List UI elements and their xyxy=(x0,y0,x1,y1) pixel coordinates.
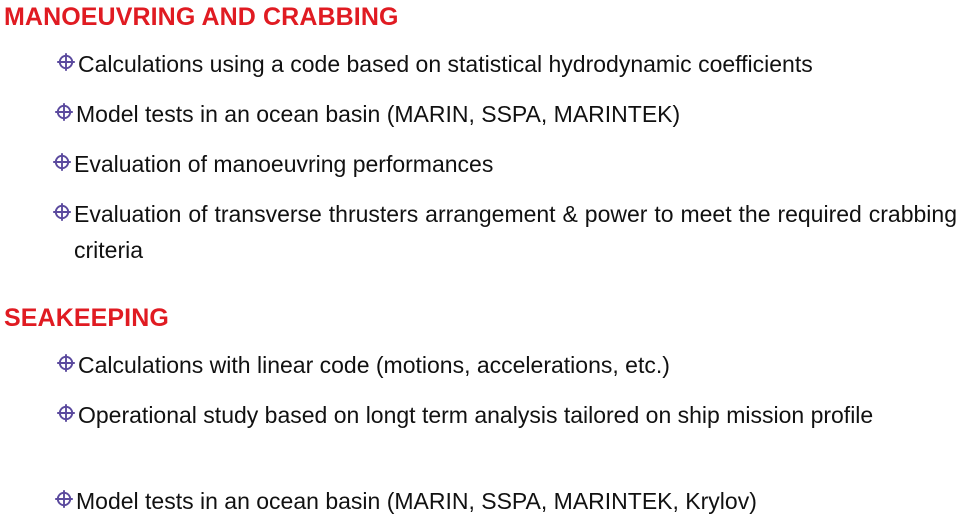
bullet-text: Evaluation of transverse thrusters arran… xyxy=(74,201,957,263)
crosshair-bullet-icon xyxy=(51,198,73,228)
slide-canvas: MANOEUVRING AND CRABBING Calculations us… xyxy=(0,0,959,522)
section-heading-seakeeping: SEAKEEPING xyxy=(4,304,169,332)
bullet-item: Calculations with linear code (motions, … xyxy=(55,347,945,383)
bullet-item: Model tests in an ocean basin (MARIN, SS… xyxy=(53,483,943,519)
crosshair-bullet-icon xyxy=(53,485,75,515)
crosshair-bullet-icon xyxy=(51,148,73,178)
bullet-text: Model tests in an ocean basin (MARIN, SS… xyxy=(76,488,757,514)
crosshair-bullet-icon xyxy=(55,349,77,379)
bullet-item: Evaluation of manoeuvring performances xyxy=(51,146,941,182)
bullet-item: Evaluation of transverse thrusters arran… xyxy=(51,196,957,268)
bullet-item: Model tests in an ocean basin (MARIN, SS… xyxy=(53,96,943,132)
bullet-item: Calculations using a code based on stati… xyxy=(55,46,945,82)
bullet-text: Calculations using a code based on stati… xyxy=(78,51,813,77)
crosshair-bullet-icon xyxy=(53,98,75,128)
crosshair-bullet-icon xyxy=(55,399,77,429)
section-heading-manoeuvring: MANOEUVRING AND CRABBING xyxy=(4,3,399,31)
bullet-text: Operational study based on longt term an… xyxy=(78,402,874,428)
bullet-text: Calculations with linear code (motions, … xyxy=(78,352,670,378)
crosshair-bullet-icon xyxy=(55,48,77,78)
bullet-text: Model tests in an ocean basin (MARIN, SS… xyxy=(76,101,681,127)
bullet-item: Operational study based on longt term an… xyxy=(55,397,955,433)
bullet-text: Evaluation of manoeuvring performances xyxy=(74,151,494,177)
